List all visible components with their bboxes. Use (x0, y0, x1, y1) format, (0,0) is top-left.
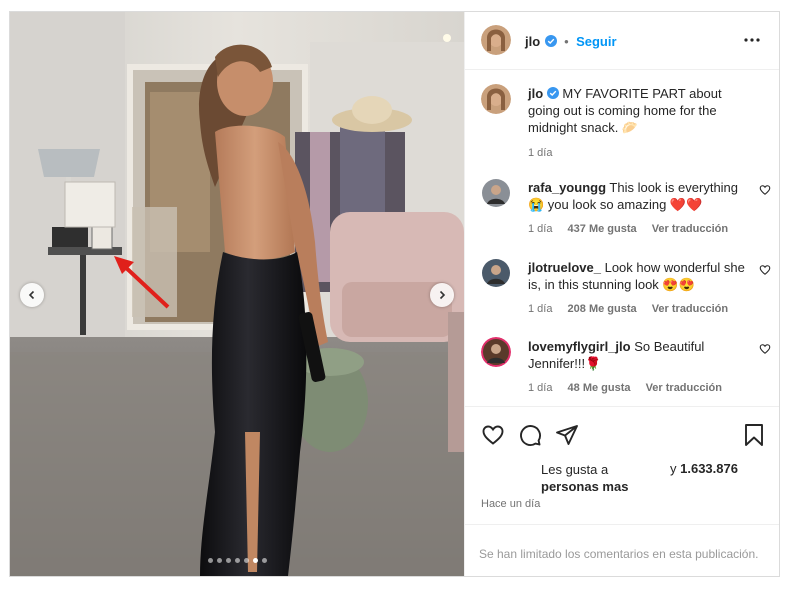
more-options-icon (744, 38, 760, 42)
commenter-username[interactable]: rafa_youngg (528, 180, 606, 195)
commenter-username[interactable]: lovemyflygirl_jlo (528, 339, 631, 354)
like-button[interactable] (481, 423, 505, 452)
see-translation-link[interactable]: Ver traducción (652, 223, 728, 235)
comment-time[interactable]: 1 día (528, 303, 552, 315)
commenter-avatar[interactable] (481, 337, 511, 367)
paper-plane-icon (556, 425, 578, 445)
photo-scene (10, 12, 464, 576)
commenter-avatar[interactable] (481, 258, 511, 288)
comment-time[interactable]: 1 día (528, 382, 552, 394)
pagination-dot (207, 558, 213, 563)
comment-like-heart-icon[interactable] (759, 264, 771, 276)
likes-summary[interactable]: Les gusta a personas mas (541, 461, 628, 495)
share-button[interactable] (555, 423, 579, 452)
image-pagination-dots (10, 558, 464, 563)
save-button[interactable] (743, 423, 765, 452)
verified-badge-icon (544, 35, 557, 47)
post-caption: jlo MY FAVORITE PART about going out is … (481, 84, 771, 164)
caption-time[interactable]: 1 día (528, 147, 552, 159)
chevron-right-icon (439, 290, 446, 300)
comment-likes[interactable]: 48 Me gusta (568, 382, 631, 394)
author-avatar[interactable] (481, 25, 511, 55)
comment-likes[interactable]: 437 Me gusta (568, 223, 637, 235)
follow-button[interactable]: Seguir (576, 34, 616, 49)
pagination-dot (225, 558, 231, 563)
commenter-username[interactable]: jlotruelove_ (528, 260, 601, 275)
caption-author-avatar[interactable] (481, 84, 511, 114)
verified-badge-icon (546, 87, 559, 99)
author-username[interactable]: jlo (525, 34, 540, 49)
comment-button[interactable] (518, 423, 542, 452)
pagination-dot (234, 558, 240, 563)
bookmark-icon (745, 424, 763, 446)
likes-line-1: Les gusta a (541, 462, 609, 477)
comments-limited-notice: Se han limitado los comentarios en esta … (479, 547, 759, 561)
post-actions-section: Les gusta a personas mas y 1.633.876 Hac… (465, 406, 779, 522)
likes-count-text: y 1.633.876 (670, 461, 738, 476)
comment-icon (520, 425, 541, 446)
separator-dot: • (564, 34, 569, 49)
pagination-dot (252, 558, 258, 563)
see-translation-link[interactable]: Ver traducción (652, 303, 728, 315)
comment-item: lovemyflygirl_jlo So Beautiful Jennifer!… (481, 337, 771, 407)
chevron-left-icon (28, 290, 35, 300)
comment-like-heart-icon[interactable] (759, 184, 771, 196)
next-image-button[interactable] (430, 283, 454, 307)
post-photo[interactable] (10, 12, 464, 576)
pagination-dot (261, 558, 267, 563)
post-modal: jlo • Seguir jlo MY FAVORITE PART about … (9, 11, 780, 577)
post-timestamp[interactable]: Hace un día (481, 498, 540, 510)
likes-count-number: 1.633.876 (680, 461, 738, 476)
post-side-panel: jlo • Seguir jlo MY FAVORITE PART about … (464, 12, 779, 576)
caption-username[interactable]: jlo (528, 86, 543, 101)
comment-item: jlotruelove_ Look how wonderful she is, … (481, 258, 771, 328)
likes-line-2: personas mas (541, 479, 629, 494)
comment-item: rafa_youngg This look is everything 😭 yo… (481, 178, 771, 248)
comments-footer: Se han limitado los comentarios en esta … (465, 524, 779, 577)
previous-image-button[interactable] (20, 283, 44, 307)
commenter-avatar[interactable] (481, 178, 511, 208)
heart-icon (482, 425, 504, 445)
likes-count[interactable]: y 1.633.876 (670, 461, 738, 476)
more-options-button[interactable] (743, 31, 761, 54)
comment-like-heart-icon[interactable] (759, 343, 771, 355)
comment-time[interactable]: 1 día (528, 223, 552, 235)
pagination-dot (216, 558, 222, 563)
post-header: jlo • Seguir (465, 12, 779, 70)
pagination-dot (243, 558, 249, 563)
comment-likes[interactable]: 208 Me gusta (568, 303, 637, 315)
see-translation-link[interactable]: Ver traducción (646, 382, 722, 394)
